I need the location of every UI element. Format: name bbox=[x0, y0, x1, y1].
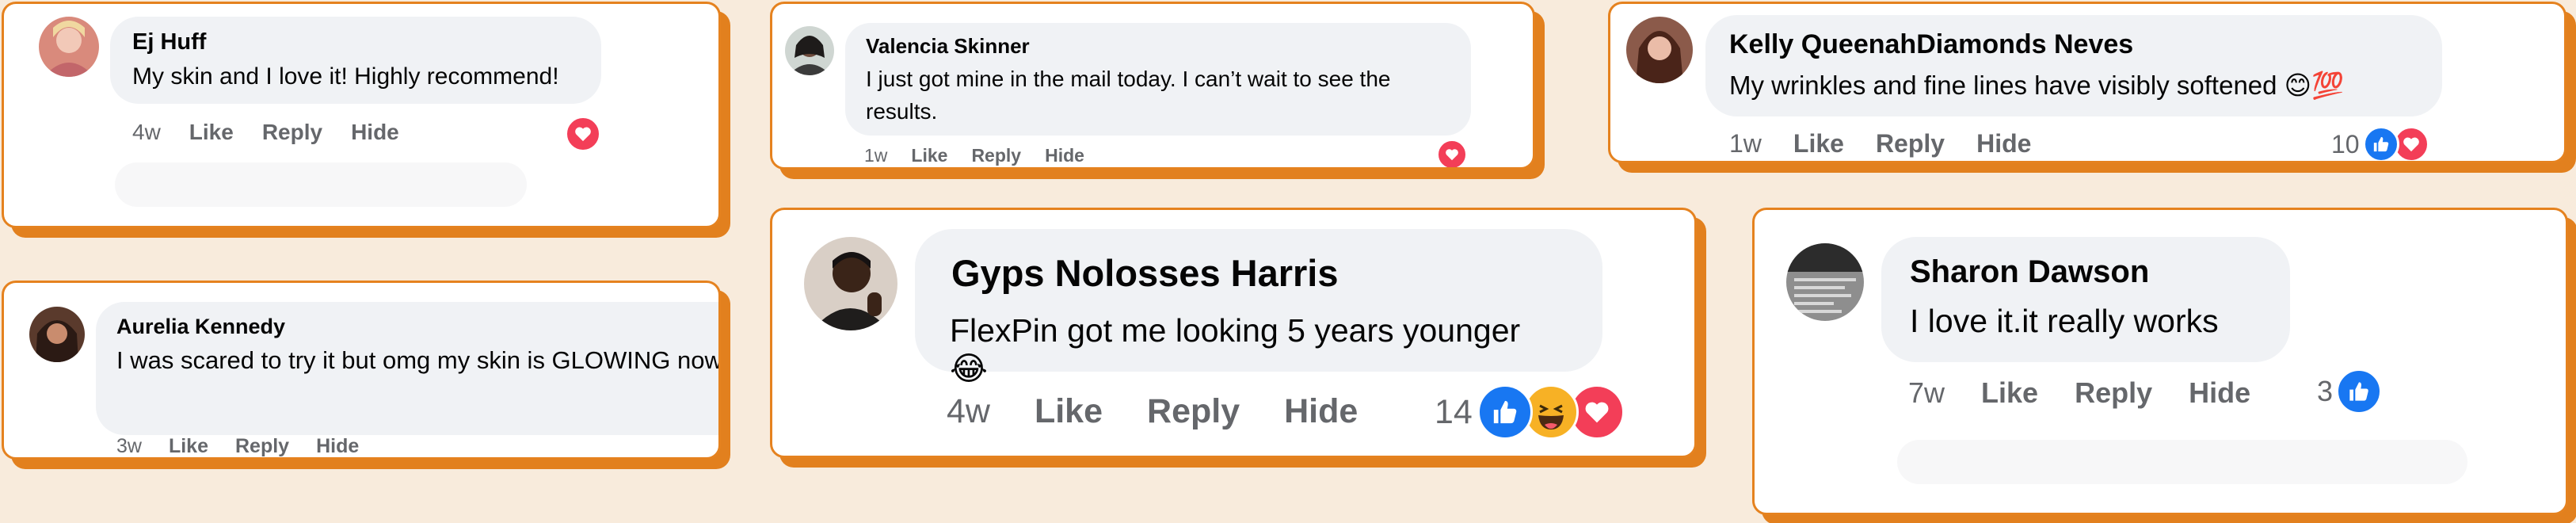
like-button[interactable]: Like bbox=[911, 145, 947, 166]
reply-button[interactable]: Reply bbox=[235, 435, 289, 457]
comment-text: I love it.it really works bbox=[1910, 303, 2219, 339]
avatar[interactable] bbox=[785, 26, 834, 75]
like-button[interactable]: Like bbox=[1035, 392, 1103, 431]
commenter-name[interactable]: Ej Huff bbox=[132, 29, 579, 55]
comment-timestamp[interactable]: 3w bbox=[116, 435, 142, 457]
avatar[interactable] bbox=[804, 237, 897, 330]
comment-bubble: Aurelia Kennedy I was scared to try it b… bbox=[96, 302, 721, 435]
comment-card-valencia-skinner: Valencia Skinner I just got mine in the … bbox=[770, 2, 1535, 170]
avatar[interactable] bbox=[1786, 243, 1864, 321]
avatar[interactable] bbox=[29, 307, 85, 362]
avatar[interactable] bbox=[39, 17, 99, 77]
hide-button[interactable]: Hide bbox=[316, 435, 359, 457]
comment-card-sharon-dawson: Sharon Dawson I love it.it really works … bbox=[1752, 208, 2568, 515]
like-button[interactable]: Like bbox=[1981, 376, 2038, 410]
comment-text: I just got mine in the mail today. I can… bbox=[866, 67, 1391, 124]
comment-actions: 7w Like Reply Hide bbox=[1908, 376, 2250, 410]
comment-actions: 1w Like Reply Hide bbox=[864, 145, 1084, 166]
commenter-name[interactable]: Aurelia Kennedy bbox=[116, 315, 718, 339]
comment-bubble: Valencia Skinner I just got mine in the … bbox=[845, 23, 1471, 136]
comment-actions: 3w Like Reply Hide bbox=[116, 435, 359, 457]
reaction-count: 14 bbox=[1435, 392, 1473, 431]
hidden-comment-placeholder bbox=[115, 162, 527, 207]
commenter-name[interactable]: Gyps Nolosses Harris bbox=[951, 251, 1566, 295]
reply-button[interactable]: Reply bbox=[1876, 129, 1945, 158]
like-icon bbox=[1477, 384, 1533, 440]
reply-button[interactable]: Reply bbox=[971, 145, 1021, 166]
comment-card-aurelia-kennedy: Aurelia Kennedy I was scared to try it b… bbox=[2, 281, 721, 460]
comment-text: I was scared to try it but omg my skin i… bbox=[116, 346, 721, 374]
reply-button[interactable]: Reply bbox=[262, 120, 322, 145]
reply-button[interactable]: Reply bbox=[2075, 376, 2152, 410]
comment-card-kelly-neves: Kelly QueenahDiamonds Neves My wrinkles … bbox=[1608, 2, 2566, 163]
comment-timestamp[interactable]: 1w bbox=[1729, 129, 1762, 158]
comment-card-ej-huff: Ej Huff My skin and I love it! Highly re… bbox=[2, 2, 721, 228]
comment-text: My skin and I love it! Highly recommend! bbox=[132, 63, 559, 90]
hidden-comment-placeholder bbox=[1897, 440, 2467, 484]
comment-timestamp[interactable]: 7w bbox=[1908, 376, 1945, 410]
like-button[interactable]: Like bbox=[189, 120, 234, 145]
comment-text: FlexPin got me looking 5 years younger 😂 bbox=[950, 312, 1521, 387]
like-button[interactable]: Like bbox=[169, 435, 208, 457]
comment-timestamp[interactable]: 1w bbox=[864, 145, 887, 166]
comment-bubble: Sharon Dawson I love it.it really works bbox=[1881, 237, 2290, 362]
comment-card-gyps-harris: Gyps Nolosses Harris FlexPin got me look… bbox=[770, 208, 1697, 458]
reaction-count: 10 bbox=[2331, 129, 2360, 158]
hide-button[interactable]: Hide bbox=[1284, 392, 1358, 431]
heart-icon bbox=[565, 116, 601, 152]
like-icon bbox=[2336, 368, 2383, 414]
comment-actions: 4w Like Reply Hide bbox=[947, 392, 1358, 431]
heart-icon bbox=[1436, 139, 1468, 167]
reactions[interactable]: 14 bbox=[1435, 384, 1625, 440]
reply-button[interactable]: Reply bbox=[1147, 392, 1240, 431]
reactions[interactable]: 10 bbox=[2331, 126, 2429, 161]
comment-timestamp[interactable]: 4w bbox=[947, 392, 990, 431]
comment-bubble: Ej Huff My skin and I love it! Highly re… bbox=[110, 17, 601, 104]
like-icon bbox=[2362, 126, 2399, 161]
commenter-name[interactable]: Kelly QueenahDiamonds Neves bbox=[1729, 29, 2418, 60]
comment-bubble: Gyps Nolosses Harris FlexPin got me look… bbox=[915, 229, 1602, 387]
commenter-name[interactable]: Sharon Dawson bbox=[1910, 254, 2262, 290]
comment-bubble: Kelly QueenahDiamonds Neves My wrinkles … bbox=[1705, 15, 2442, 116]
comment-text: My wrinkles and fine lines have visibly … bbox=[1729, 71, 2345, 100]
like-button[interactable]: Like bbox=[1793, 129, 1844, 158]
commenter-name[interactable]: Valencia Skinner bbox=[866, 34, 1450, 59]
hide-button[interactable]: Hide bbox=[2189, 376, 2250, 410]
comment-actions: 1w Like Reply Hide bbox=[1729, 129, 2031, 158]
hide-button[interactable]: Hide bbox=[1976, 129, 2031, 158]
hide-button[interactable]: Hide bbox=[351, 120, 399, 145]
comment-actions: 4w Like Reply Hide bbox=[132, 120, 399, 145]
hide-button[interactable]: Hide bbox=[1045, 145, 1084, 166]
reactions[interactable] bbox=[1436, 139, 1468, 167]
reactions[interactable]: 3 bbox=[2317, 368, 2383, 414]
avatar[interactable] bbox=[1626, 17, 1693, 83]
comment-timestamp[interactable]: 4w bbox=[132, 120, 161, 145]
reactions[interactable] bbox=[565, 116, 601, 152]
reaction-count: 3 bbox=[2317, 375, 2334, 407]
